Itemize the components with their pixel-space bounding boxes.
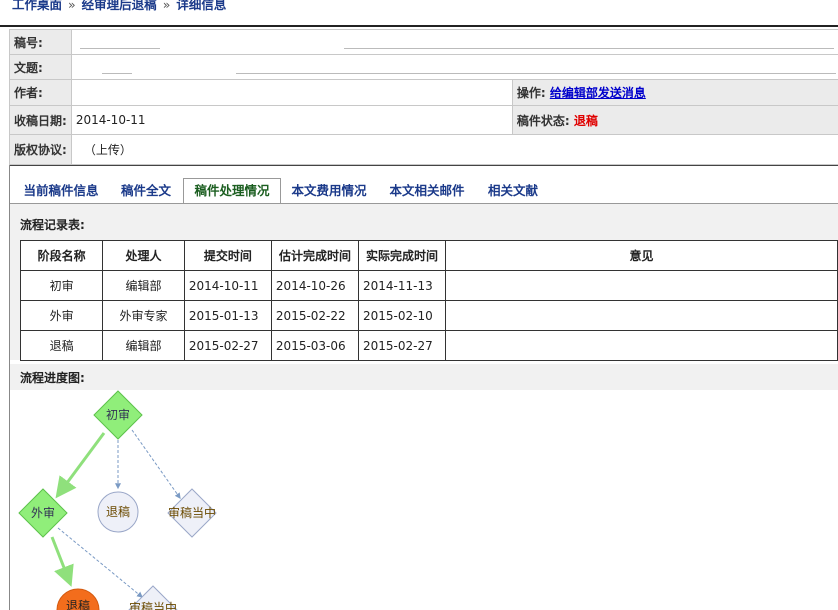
handler-cell: 外审专家 [102,300,185,331]
estimated-date-cell: 2015-02-22 [270,300,360,331]
handler-cell: 编辑部 [102,330,185,361]
node-label: 审稿当中 [129,600,177,610]
breadcrumb-separator: » [68,0,76,12]
estimated-date-cell: 2014-10-26 [270,270,360,301]
flow-edge-pending [57,527,143,598]
actual-date-cell: 2015-02-10 [358,300,447,331]
operation-label: 操作: [516,86,546,100]
node-label: 初审 [106,407,130,422]
flow-edge-active [50,536,74,587]
tab-bar: 当前稿件信息 稿件全文 稿件处理情况 本文费用情况 本文相关邮件 相关文献 [10,165,838,205]
node-reject-pending[interactable]: 退稿 [97,491,139,533]
node-first-review[interactable]: 初审 [93,390,143,440]
breadcrumb-item-rejected[interactable]: 经审理后退稿 [82,0,157,12]
breadcrumb: 工作桌面 » 经审理后退稿 » 详细信息 [0,0,838,22]
node-label: 外审 [31,505,55,520]
redacted-field [343,48,834,49]
redacted-field [235,73,836,74]
received-date-value: 2014-10-11 [70,105,513,135]
column-header: 估计完成时间 [270,240,360,271]
flow-edge-pending [131,429,181,499]
node-label: 退稿 [66,598,90,610]
redacted-field [79,48,160,49]
node-reject-done[interactable]: 退稿 [56,588,100,610]
table-row: 外审 外审专家 2015-01-13 2015-02-22 2015-02-10 [19,300,838,331]
estimated-date-cell: 2015-03-06 [270,330,360,361]
copyright-label: 版权协议: [9,134,72,165]
status-badge: 退稿 [573,113,598,128]
breadcrumb-separator: » [162,0,171,12]
handler-cell: 编辑部 [102,270,185,301]
flow-edge-active [55,432,106,499]
submit-date-cell: 2014-10-11 [183,270,272,301]
submit-date-cell: 2015-01-13 [183,300,272,331]
status-cell: 稿件状态: 退稿 [511,105,838,135]
manuscript-no-value [70,29,838,55]
operation-cell: 操作: 给编辑部发送消息 [511,79,838,106]
header-divider [0,25,838,27]
title-label: 文题: [9,54,72,80]
submit-date-cell: 2015-02-27 [183,330,272,361]
actual-date-cell: 2014-11-13 [358,270,447,301]
tab-full-text[interactable]: 稿件全文 [110,179,182,203]
flow-record-title: 流程记录表: [20,218,85,232]
opinion-cell [445,300,838,331]
received-date-label: 收稿日期: [9,105,72,135]
node-label: 退稿 [106,504,130,519]
manuscript-info-table: 稿号: 文题: 作者: 操作: 给编辑部发送消息 收稿日期: 2014-10-1… [9,29,838,165]
copyright-value: （上传） [70,134,838,165]
column-header: 意见 [445,240,838,271]
author-value [70,79,513,106]
title-value [70,54,838,80]
node-in-review-pending-2[interactable]: 审稿当中 [128,585,178,610]
stage-cell: 初审 [19,270,104,301]
flow-record-table: 阶段名称 处理人 提交时间 估计完成时间 实际完成时间 意见 初审 编辑部 20… [19,240,838,361]
table-header-row: 阶段名称 处理人 提交时间 估计完成时间 实际完成时间 意见 [19,240,838,271]
node-in-review-pending[interactable]: 审稿当中 [167,488,217,538]
opinion-cell [445,330,838,361]
column-header: 阶段名称 [19,240,104,271]
node-label: 审稿当中 [168,505,216,520]
tab-references[interactable]: 相关文献 [478,179,548,203]
author-label: 作者: [9,79,72,106]
redacted-field [101,73,132,74]
stage-cell: 外审 [19,300,104,331]
flow-diagram-title: 流程进度图: [20,371,85,385]
tab-current-info[interactable]: 当前稿件信息 [14,179,108,203]
opinion-cell [445,270,838,301]
stage-cell: 退稿 [19,330,104,361]
breadcrumb-item-desk[interactable]: 工作桌面 [12,0,62,12]
manuscript-no-label: 稿号: [9,29,72,55]
table-row: 退稿 编辑部 2015-02-27 2015-03-06 2015-02-27 [19,330,838,361]
column-header: 提交时间 [183,240,272,271]
tab-fees[interactable]: 本文费用情况 [282,179,376,203]
column-header: 处理人 [102,240,185,271]
table-row: 初审 编辑部 2014-10-11 2014-10-26 2014-11-13 [19,270,838,301]
tab-processing[interactable]: 稿件处理情况 [183,178,281,205]
column-header: 实际完成时间 [358,240,447,271]
status-label: 稿件状态: [516,113,570,128]
breadcrumb-item-detail: 详细信息 [176,0,227,12]
actual-date-cell: 2015-02-27 [358,330,447,361]
flow-progress-diagram: 初审 外审 退稿 审稿当中 退稿 审稿当中 [18,390,217,610]
copyright-upload-link[interactable]: （上传） [84,143,132,157]
send-message-link[interactable]: 给编辑部发送消息 [550,86,646,100]
tab-emails[interactable]: 本文相关邮件 [380,179,474,203]
